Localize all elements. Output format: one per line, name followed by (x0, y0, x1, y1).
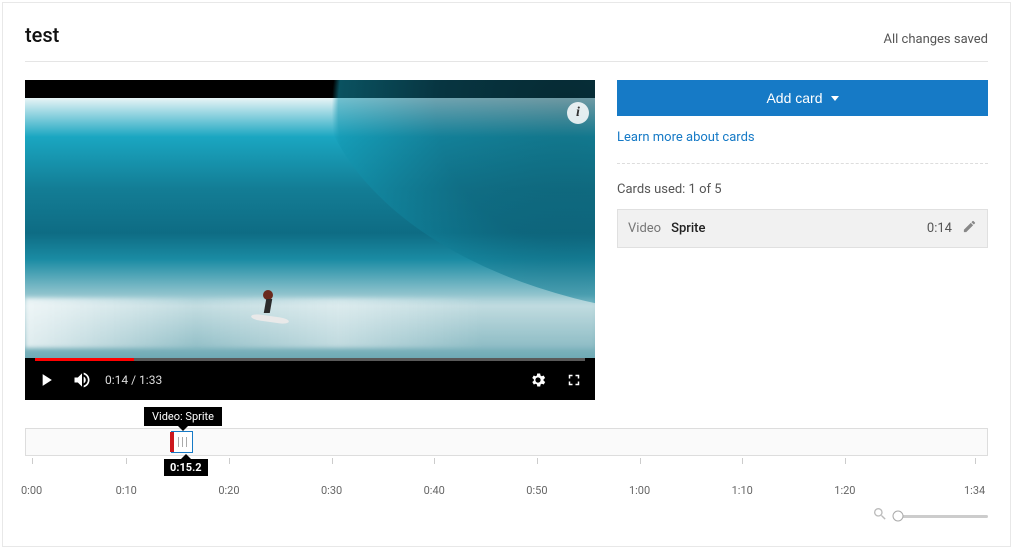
save-status: All changes saved (884, 32, 989, 47)
tick: 0:30 (321, 484, 342, 497)
header: test All changes saved (25, 23, 988, 62)
slider-thumb[interactable] (893, 511, 904, 522)
zoom-slider[interactable] (898, 515, 988, 518)
player-buttons: 0:14 / 1:33 (25, 364, 595, 400)
tick: 1:20 (834, 484, 855, 497)
time-ruler: 0:000:100:200:300:400:501:001:101:201:34 (25, 484, 988, 502)
zoom-controls (25, 506, 988, 526)
tick: 1:34 (964, 484, 985, 497)
tick: 0:00 (21, 484, 42, 497)
card-marker[interactable] (171, 431, 193, 453)
side-panel: Add card Learn more about cards Cards us… (617, 80, 988, 400)
cards-used-label: Cards used: 1 of 5 (617, 182, 988, 197)
fullscreen-icon[interactable] (563, 369, 585, 391)
main: i 0:14 / 1:33 (25, 80, 988, 400)
pencil-icon[interactable] (962, 219, 977, 238)
info-icon[interactable]: i (567, 102, 589, 124)
add-card-label: Add card (766, 90, 822, 106)
chevron-down-icon (831, 96, 839, 101)
video-player[interactable]: i 0:14 / 1:33 (25, 80, 595, 400)
tick: 1:10 (732, 484, 753, 497)
divider (617, 163, 988, 164)
card-time: 0:14 (927, 221, 952, 236)
learn-more-link[interactable]: Learn more about cards (617, 130, 755, 145)
tick: 0:50 (526, 484, 547, 497)
card-title: Sprite (671, 221, 705, 236)
timeline: Video: Sprite 0:15.2 0:000:100:200:300:4… (25, 428, 988, 526)
timeline-track[interactable]: Video: Sprite 0:15.2 (25, 428, 988, 456)
tick: 0:40 (424, 484, 445, 497)
page-title: test (25, 23, 59, 47)
cards-editor: test All changes saved i (2, 2, 1011, 547)
playhead-label: 0:15.2 (164, 459, 208, 476)
search-icon[interactable] (872, 506, 888, 526)
tick: 0:20 (218, 484, 239, 497)
video-frame (25, 98, 595, 358)
add-card-button[interactable]: Add card (617, 80, 988, 116)
tick: 1:00 (629, 484, 650, 497)
tick: 0:10 (116, 484, 137, 497)
progress-bar[interactable] (35, 358, 585, 361)
card-row[interactable]: Video Sprite 0:14 (617, 209, 988, 248)
play-icon[interactable] (35, 369, 57, 391)
time-display: 0:14 / 1:33 (105, 373, 162, 387)
marker-tooltip: Video: Sprite (144, 407, 222, 426)
gear-icon[interactable] (527, 369, 549, 391)
volume-icon[interactable] (71, 369, 93, 391)
card-type: Video (628, 221, 661, 236)
